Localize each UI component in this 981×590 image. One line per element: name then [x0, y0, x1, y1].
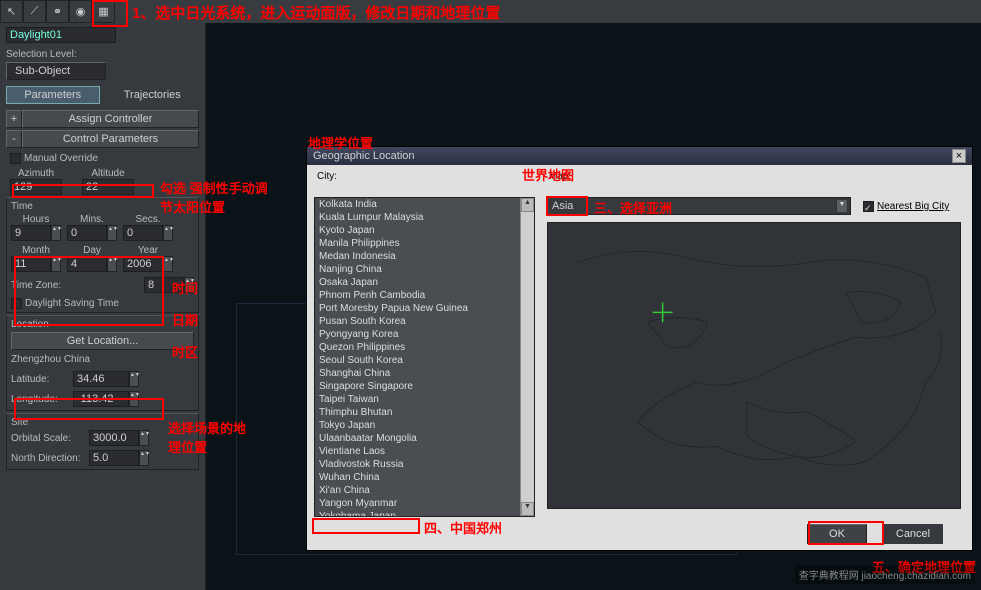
dialog-titlebar[interactable]: Geographic Location×	[307, 147, 972, 165]
city-item[interactable]: Manila Philippines	[315, 237, 534, 250]
secs-spinner[interactable]: ▲▼	[163, 225, 173, 241]
anno-box-time	[14, 256, 164, 326]
parameters-tab[interactable]: Parameters	[6, 86, 100, 104]
assign-controller-rollout[interactable]: Assign Controller	[22, 110, 199, 128]
anno-10: 四、中国郑州	[424, 518, 502, 537]
anno-3: 时间	[172, 278, 198, 297]
orbital-field[interactable]	[89, 430, 139, 446]
city-item[interactable]: Singapore Singapore	[315, 380, 534, 393]
anno-8: 世界地图	[522, 165, 574, 184]
anno-box-manual	[12, 184, 154, 198]
mins-field[interactable]	[67, 225, 107, 241]
trajectories-tab[interactable]: Trajectories	[106, 86, 200, 104]
mins-spinner[interactable]: ▲▼	[107, 225, 117, 241]
city-item[interactable]: Taipei Taiwan	[315, 393, 534, 406]
north-field[interactable]	[89, 450, 139, 466]
control-expand-button[interactable]: -	[6, 130, 22, 148]
latitude-label: Latitude:	[11, 374, 67, 385]
motion-icon[interactable]: ◉	[69, 0, 92, 23]
nearest-checkbox[interactable]	[863, 201, 874, 212]
object-name-field[interactable]	[6, 27, 116, 43]
city-item[interactable]: Kuala Lumpur Malaysia	[315, 211, 534, 224]
cancel-button[interactable]: Cancel	[883, 524, 943, 544]
latitude-field[interactable]	[73, 371, 129, 387]
city-item[interactable]: Phnom Penh Cambodia	[315, 289, 534, 302]
city-item[interactable]: Kolkata India	[315, 198, 534, 211]
year-spinner[interactable]: ▲▼	[163, 256, 173, 272]
chevron-down-icon[interactable]: ▼	[836, 199, 848, 213]
secs-field[interactable]	[123, 225, 163, 241]
city-item[interactable]: Medan Indonesia	[315, 250, 534, 263]
anno-7: 地理学位置	[308, 133, 373, 152]
anno-5: 时区	[172, 342, 198, 361]
location-group: Location Get Location... Zhengzhou China…	[6, 315, 199, 411]
city-item[interactable]: Ulaanbaatar Mongolia	[315, 432, 534, 445]
anno-box-ok	[808, 521, 884, 545]
hours-label: Hours	[11, 214, 61, 225]
city-item[interactable]: Pusan South Korea	[315, 315, 534, 328]
anno-box-asia	[546, 196, 588, 216]
city-item[interactable]: Yangon Myanmar	[315, 497, 534, 510]
get-location-button[interactable]: Get Location...	[11, 332, 194, 350]
assign-expand-button[interactable]: +	[6, 110, 22, 128]
anno-4: 日期	[172, 310, 198, 329]
north-spinner[interactable]: ▲▼	[139, 450, 149, 466]
close-icon[interactable]: ×	[952, 149, 966, 163]
city-item[interactable]: Kyoto Japan	[315, 224, 534, 237]
orbital-label: Orbital Scale:	[11, 433, 83, 444]
city-item[interactable]: Vladivostok Russia	[315, 458, 534, 471]
orbital-spinner[interactable]: ▲▼	[139, 430, 149, 446]
anno-box-motion-icon	[92, 0, 128, 27]
city-item[interactable]: Xi'an China	[315, 484, 534, 497]
sub-object-button[interactable]: Sub-Object	[6, 62, 106, 80]
city-item[interactable]: Seoul South Korea	[315, 354, 534, 367]
city-item[interactable]: Quezon Philippines	[315, 341, 534, 354]
selection-level-label: Selection Level:	[6, 49, 199, 60]
year-label: Year	[123, 245, 173, 256]
city-item[interactable]: Pyongyang Korea	[315, 328, 534, 341]
nearest-label: Nearest Big City	[877, 201, 949, 212]
anno-9: 三、选择亚洲	[594, 198, 672, 217]
city-item[interactable]: Shanghai China	[315, 367, 534, 380]
link-icon[interactable]: ⟋	[23, 0, 46, 23]
north-label: North Direction:	[11, 453, 83, 464]
mins-label: Mins.	[67, 214, 117, 225]
azimuth-label: Azimuth	[10, 168, 62, 179]
city-label: City:	[317, 171, 337, 182]
city-item[interactable]: Tokyo Japan	[315, 419, 534, 432]
manual-override-checkbox[interactable]	[10, 153, 21, 164]
scrollbar[interactable]: ▲▼	[520, 198, 534, 516]
manual-override-label: Manual Override	[24, 153, 98, 164]
anno-2: 勾选 强制性手动调节太阳位置	[160, 178, 280, 216]
city-item[interactable]: Nanjing China	[315, 263, 534, 276]
map-dropdown[interactable]: Asia▼	[547, 197, 851, 215]
city-listbox[interactable]: Kolkata IndiaKuala Lumpur MalaysiaKyoto …	[314, 197, 535, 517]
city-item[interactable]: Yokohama Japan	[315, 510, 534, 517]
altitude-label: Altitude	[82, 168, 134, 179]
city-item[interactable]: Port Moresby Papua New Guinea	[315, 302, 534, 315]
day-label: Day	[67, 245, 117, 256]
latitude-spinner[interactable]: ▲▼	[129, 371, 139, 387]
hours-spinner[interactable]: ▲▼	[51, 225, 61, 241]
location-city-label: Zhengzhou China	[11, 354, 194, 365]
month-label: Month	[11, 245, 61, 256]
anno-box-getloc	[14, 398, 164, 420]
hours-field[interactable]	[11, 225, 51, 241]
city-item[interactable]: Osaka Japan	[315, 276, 534, 289]
control-parameters-rollout[interactable]: Control Parameters	[22, 130, 199, 148]
city-item[interactable]: Wuhan China	[315, 471, 534, 484]
anno-box-zhengzhou	[312, 518, 420, 534]
anno-1: 1、选中日光系统，进入运动面版，修改日期和地理位置	[132, 2, 500, 23]
city-item[interactable]: Thimphu Bhutan	[315, 406, 534, 419]
world-map[interactable]	[547, 222, 961, 509]
watermark: 查字典教程网 jiaocheng.chazidian.com	[795, 565, 975, 584]
city-item[interactable]: Vientiane Laos	[315, 445, 534, 458]
hierarchy-icon[interactable]: ⚭	[46, 0, 69, 23]
arrow-icon[interactable]: ↖	[0, 0, 23, 23]
anno-6: 选择场景的地理位置	[168, 418, 258, 456]
